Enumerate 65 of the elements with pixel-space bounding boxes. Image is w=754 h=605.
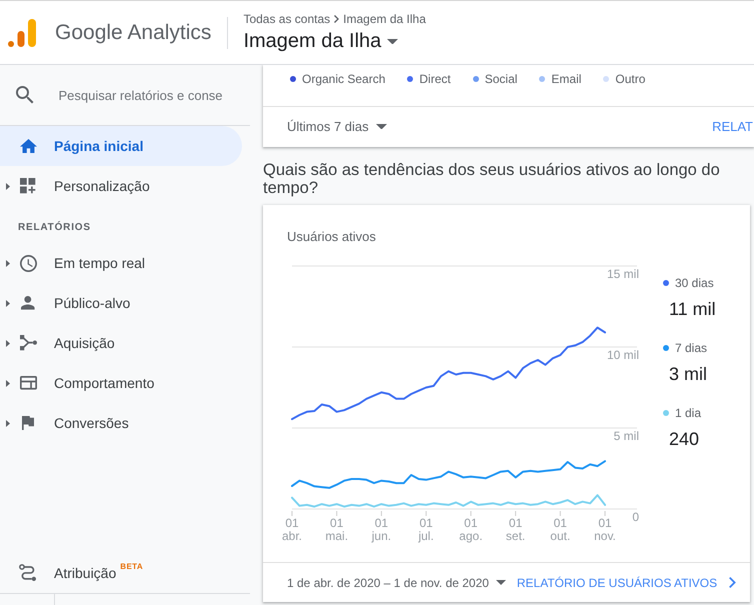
legend-label: 30 dias (675, 276, 714, 290)
flag-icon (22, 416, 34, 430)
caret-icon (496, 580, 506, 585)
x-axis-label: 01 jun. (372, 516, 392, 543)
x-axis-label: 01 ago. (459, 516, 483, 543)
legend-label: Social (484, 72, 518, 86)
bar-chart-logo-icon (8, 18, 36, 46)
chevron-icon (334, 14, 340, 22)
legend-label: Outro (615, 72, 646, 86)
expand-caret-icon[interactable] (6, 340, 10, 346)
nav-item[interactable]: Personalização (0, 166, 242, 206)
expand-caret-icon[interactable] (6, 182, 10, 190)
nav-item[interactable]: Conversões (0, 403, 242, 443)
metric-value: 240 (669, 428, 700, 451)
search-field[interactable]: Pesquisar relatórios e conse (58, 85, 230, 105)
branch-icon (20, 335, 36, 351)
window-icon (20, 376, 36, 390)
expand-caret-icon[interactable] (6, 420, 10, 426)
y-axis-label: 0 (632, 510, 639, 524)
route-icon (19, 564, 37, 582)
grid-plus-icon (20, 178, 36, 194)
clock-icon (20, 254, 36, 272)
nav-item[interactable]: Público-alvo (0, 283, 242, 323)
nav-item[interactable]: Página inicial (0, 126, 242, 166)
breadcrumb-link[interactable]: Todas as contas (243, 12, 330, 26)
nav-item[interactable]: Aquisição (0, 323, 242, 363)
beta-label: BETA (120, 562, 144, 571)
person-icon (21, 296, 35, 310)
search-icon (16, 86, 34, 104)
nav-item[interactable]: Atribuição BETA (0, 553, 242, 593)
home-icon (20, 138, 36, 154)
metric-value: 3 mil (669, 363, 708, 386)
report-link[interactable]: RELATÓRIO DE USUÁRIOS ATIVOS (516, 576, 736, 590)
legend-label: 1 dia (675, 406, 702, 420)
nav-item[interactable]: Em tempo real (0, 243, 242, 283)
x-axis-label: 01 set. (506, 516, 526, 543)
expand-caret-icon[interactable] (6, 300, 10, 306)
y-axis-label: 15 mil (606, 267, 639, 281)
x-axis-label: 01 jul. (418, 516, 434, 543)
x-axis-label: 01 mai. (325, 516, 348, 543)
breadcrumb-item: Imagem da Ilha (343, 12, 426, 26)
expand-caret-icon[interactable] (6, 260, 10, 266)
legend-label: Organic Search (302, 72, 386, 86)
question-heading: Quais são as tendências dos seus usuários ativos ao longo do tempo? (263, 161, 721, 197)
x-axis-label: 01 nov. (594, 516, 616, 543)
expand-caret-icon[interactable] (6, 380, 10, 386)
legend-label: 7 dias (675, 341, 708, 355)
x-axis-label: 01 abr. (282, 516, 302, 543)
report-link[interactable]: RELAT (712, 119, 753, 134)
card-title: Usuários ativos (287, 229, 377, 245)
caret-icon (387, 38, 398, 44)
x-axis-label: 01 out. (550, 516, 570, 543)
chevron-icon (729, 577, 736, 588)
property-dropdown[interactable]: Imagem da Ilha (243, 28, 426, 54)
y-axis-label: 10 mil (606, 348, 639, 362)
metric-value: 11 mil (669, 298, 716, 321)
y-axis-label: 5 mil (614, 429, 639, 443)
date-range-dropdown[interactable]: Últimos 7 dias (287, 119, 387, 134)
section-heading: RELATÓRIOS (17, 220, 92, 235)
legend-label: Email (551, 72, 582, 86)
caret-icon (376, 124, 387, 130)
date-range-dropdown[interactable]: 1 de abr. de 2020 – 1 de nov. de 2020 (287, 576, 506, 590)
legend-label: Direct (419, 72, 451, 86)
app-name: Google Analytics (55, 20, 212, 44)
nav-item[interactable]: Comportamento (0, 363, 242, 403)
